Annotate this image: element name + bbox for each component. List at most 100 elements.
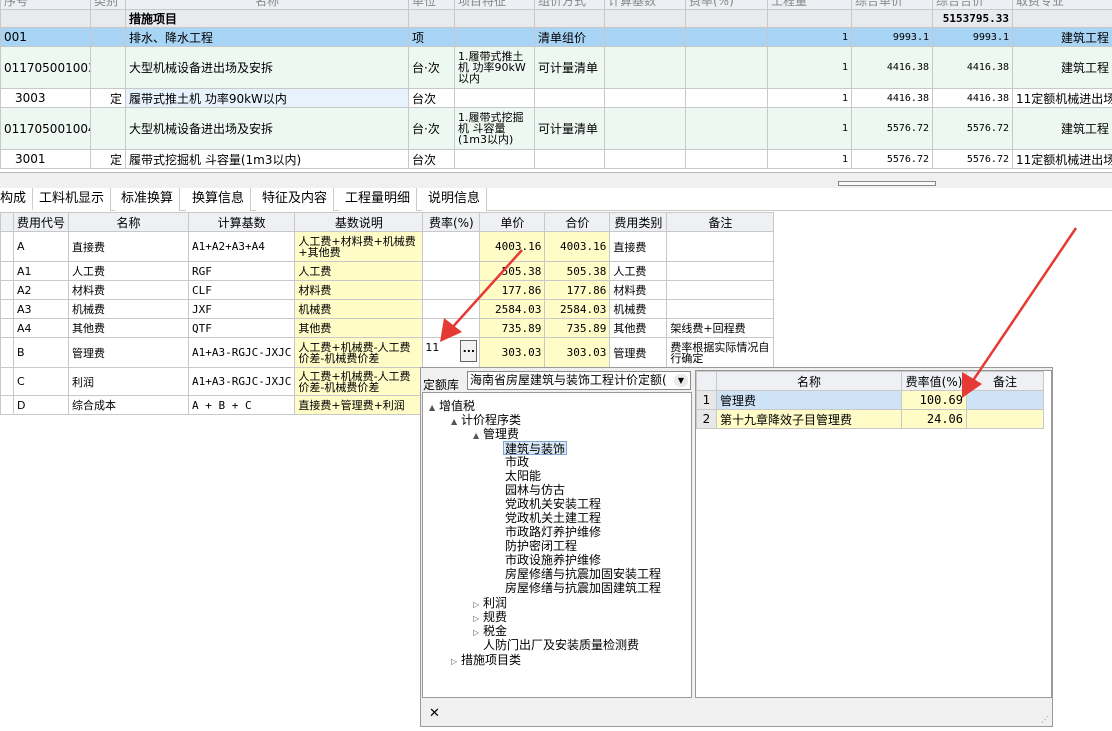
table-row[interactable]: 3003 定 履带式推土机 功率90kW以内 台次 1 4416.38 4416… — [0, 88, 1112, 108]
table-row[interactable]: A2 材料费 CLF 材料费 177.86 177.86 材料费 — [0, 280, 775, 300]
resize-grip-icon[interactable]: ⋰ — [1041, 715, 1049, 724]
fee-rate[interactable] — [422, 231, 481, 262]
tree-node-label: 太阳能 — [505, 469, 542, 483]
tree-node[interactable]: 市政路灯养护维修 — [505, 525, 601, 539]
fee-rate[interactable] — [422, 261, 481, 281]
fee-base[interactable]: A1+A2+A3+A4 — [188, 231, 296, 262]
row-code: 3001 — [0, 149, 91, 169]
col-header[interactable]: 计算基数 — [604, 0, 686, 10]
library-select[interactable]: 海南省房屋建筑与装饰工程计价定额( ▼ — [467, 371, 691, 390]
collapse-icon[interactable]: ▲ — [473, 429, 483, 443]
col-header[interactable]: 备注 — [666, 212, 775, 232]
tree-node[interactable]: 人防门出厂及安装质量检测费 — [483, 638, 639, 652]
fee-base[interactable]: CLF — [188, 280, 296, 300]
table-row[interactable]: A3 机械费 JXF 机械费 2584.03 2584.03 机械费 — [0, 299, 775, 319]
col-header[interactable]: 综合单价 — [851, 0, 933, 10]
fee-note[interactable] — [666, 261, 775, 281]
tree-node[interactable]: 市政设施养护维修 — [505, 553, 601, 567]
table-row[interactable]: 011705001004 大型机械设备进出场及安拆 台·次 1.履带式挖掘机 斗… — [0, 107, 1112, 150]
fee-base[interactable]: RGF — [188, 261, 296, 281]
col-header[interactable]: 名称 — [716, 371, 902, 391]
fee-note[interactable]: 费率根据实际情况自行确定 — [666, 337, 775, 368]
table-row[interactable]: B 管理费 A1+A3-RGJC-JXJC 人工费+机械费-人工费价差-机械费价… — [0, 337, 775, 368]
col-header[interactable]: 项目特征 — [454, 0, 535, 10]
fee-base[interactable]: A1+A3-RGJC-JXJC — [188, 367, 296, 396]
tree-node[interactable]: 党政机关土建工程 — [505, 511, 601, 525]
tree-node[interactable]: ▲ 增值税 — [429, 399, 475, 413]
col-header[interactable]: 单位 — [408, 0, 455, 10]
tree-node[interactable]: 太阳能 — [505, 469, 541, 483]
table-row[interactable]: A 直接费 A1+A2+A3+A4 人工费+材料费+机械费+其他费 4003.1… — [0, 231, 775, 262]
table-row[interactable]: 3001 定 履带式挖掘机 斗容量(1m3以内) 台次 1 5576.72 55… — [0, 149, 1112, 169]
tree-node[interactable]: 党政机关安装工程 — [505, 497, 601, 511]
fee-rate[interactable] — [422, 318, 481, 338]
tree-node[interactable]: ▷ 规费 — [473, 610, 507, 624]
row-spec: 11定额机械进出场 — [1012, 88, 1112, 108]
expand-icon[interactable]: ▷ — [473, 626, 483, 640]
tree-node[interactable]: ▷ 税金 — [473, 624, 507, 638]
fee-rate[interactable] — [422, 280, 481, 300]
pane-splitter[interactable] — [0, 172, 1112, 188]
close-button[interactable]: ✕ — [429, 706, 440, 721]
tab-notes[interactable]: 说明信息 — [422, 188, 488, 211]
fee-base[interactable]: QTF — [188, 318, 296, 338]
fee-note[interactable] — [666, 231, 775, 262]
chevron-down-icon[interactable]: ▼ — [674, 374, 688, 387]
col-header[interactable]: 计算基数 — [188, 212, 296, 232]
tree-node[interactable]: 园林与仿古 — [505, 483, 565, 497]
col-header[interactable]: 类别 — [90, 0, 126, 10]
fee-base[interactable]: JXF — [188, 299, 296, 319]
browse-button[interactable]: ... — [460, 340, 478, 362]
collapse-icon[interactable]: ▲ — [429, 401, 439, 415]
tab-labor-material[interactable]: 工料机显示 — [33, 188, 112, 211]
col-header[interactable]: 名称 — [125, 0, 409, 10]
tree-node[interactable]: 房屋修缮与抗震加固安装工程 — [505, 567, 661, 581]
fee-note[interactable] — [666, 280, 775, 300]
table-row[interactable]: A4 其他费 QTF 其他费 735.89 735.89 其他费 架线费+回程费 — [0, 318, 775, 338]
fee-note[interactable] — [666, 299, 775, 319]
fee-rate-input[interactable]: 11 — [425, 341, 439, 354]
col-header[interactable]: 取费专业 — [1012, 0, 1112, 10]
table-row[interactable]: A1 人工费 RGF 人工费 505.38 505.38 人工费 — [0, 261, 775, 281]
tree-node[interactable]: ▷ 利润 — [473, 596, 507, 610]
tree-node[interactable]: ▲ 计价程序类 — [451, 413, 521, 427]
col-header[interactable]: 备注 — [966, 371, 1044, 391]
tab-quantity-detail[interactable]: 工程量明细 — [339, 188, 418, 211]
tree-node[interactable]: 市政 — [505, 455, 529, 469]
col-header[interactable]: 名称 — [68, 212, 190, 232]
tab-composition[interactable]: 构成 — [0, 188, 34, 211]
tree-node-selected[interactable]: 建筑与装饰 — [503, 441, 568, 456]
tree-node[interactable]: 房屋修缮与抗震加固建筑工程 — [505, 581, 661, 595]
expand-icon[interactable]: ▷ — [451, 655, 461, 669]
horizontal-scrollbar[interactable] — [838, 181, 936, 186]
tree-node[interactable]: ▲ 管理费 — [473, 427, 519, 441]
fee-rate-editor[interactable]: 11 ... — [422, 337, 481, 368]
section-row[interactable]: 措施项目 5153795.33 — [0, 9, 1112, 28]
collapse-icon[interactable]: ▲ — [451, 415, 461, 429]
tree-node[interactable]: 防护密闭工程 — [505, 539, 577, 553]
col-header[interactable]: 费用代号 — [12, 212, 70, 232]
table-row[interactable]: 2 第十九章降效子目管理费 24.06 — [696, 409, 1044, 429]
col-header[interactable]: 合价 — [544, 212, 611, 232]
col-header[interactable]: 综合合价 — [932, 0, 1013, 10]
tab-features[interactable]: 特征及内容 — [256, 188, 335, 211]
tab-standard-conversion[interactable]: 标准换算 — [115, 188, 181, 211]
col-header[interactable]: 费率(%) — [422, 212, 481, 232]
col-header[interactable]: 工程量 — [767, 0, 852, 10]
fee-base[interactable]: A + B + C — [188, 395, 296, 415]
table-row[interactable]: 011705001003 大型机械设备进出场及安拆 台·次 1.履带式推土机 功… — [0, 46, 1112, 89]
col-header[interactable]: 费率值(%) — [901, 371, 967, 391]
col-header[interactable]: 基数说明 — [294, 212, 424, 232]
tree-node[interactable]: ▷ 措施项目类 — [451, 653, 521, 667]
col-header[interactable]: 单价 — [479, 212, 546, 232]
fee-base[interactable]: A1+A3-RGJC-JXJC — [188, 337, 296, 368]
fee-rate[interactable] — [422, 299, 481, 319]
table-row[interactable]: 1 管理费 100.69 — [696, 390, 1044, 410]
col-header[interactable]: 费用类别 — [609, 212, 668, 232]
table-row[interactable]: 001 排水、降水工程 项 清单组价 1 9993.1 9993.1 建筑工程 — [0, 27, 1112, 47]
tab-conversion-info[interactable]: 换算信息 — [186, 188, 252, 211]
col-header[interactable]: 组价方式 — [534, 0, 605, 10]
fee-note[interactable]: 架线费+回程费 — [666, 318, 775, 338]
col-header[interactable]: 费率(%) — [685, 0, 768, 10]
col-header[interactable]: 序号 — [0, 0, 91, 10]
